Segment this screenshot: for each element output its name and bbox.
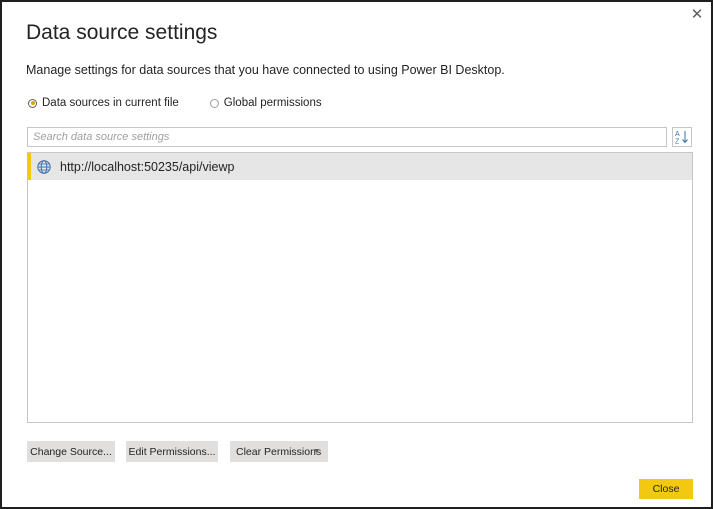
- edit-permissions-button[interactable]: Edit Permissions...: [126, 441, 218, 462]
- radio-global-permissions[interactable]: Global permissions: [209, 97, 322, 109]
- svg-text:Z: Z: [675, 139, 680, 146]
- search-input[interactable]: Search data source settings: [27, 127, 667, 147]
- list-item[interactable]: http://localhost:50235/api/viewp: [28, 153, 692, 180]
- sort-az-icon: A Z: [675, 131, 688, 146]
- chevron-down-icon[interactable]: ▼: [313, 448, 320, 455]
- dialog-subtitle: Manage settings for data sources that yo…: [26, 63, 505, 77]
- radio-global-permissions-label: Global permissions: [223, 97, 322, 109]
- scope-radio-group: Data sources in current file Global perm…: [28, 97, 353, 109]
- radio-current-file-label: Data sources in current file: [42, 97, 179, 109]
- sort-button[interactable]: A Z: [672, 127, 692, 147]
- data-source-url: http://localhost:50235/api/viewp: [60, 159, 235, 174]
- close-button[interactable]: Close: [639, 479, 693, 499]
- change-source-button[interactable]: Change Source...: [27, 441, 115, 462]
- clear-permissions-button[interactable]: Clear Permissions ▼: [230, 441, 328, 462]
- radio-unselected-icon[interactable]: [209, 98, 219, 108]
- close-icon[interactable]: ✕: [689, 6, 705, 22]
- globe-icon: [37, 159, 51, 174]
- svg-text:A: A: [675, 131, 680, 138]
- radio-selected-icon[interactable]: [28, 98, 37, 108]
- clear-permissions-label: Clear Permissions: [236, 445, 322, 458]
- radio-current-file[interactable]: Data sources in current file: [28, 97, 179, 109]
- data-source-settings-dialog: ✕ Data source settings Manage settings f…: [0, 0, 713, 509]
- data-source-list[interactable]: http://localhost:50235/api/viewp: [27, 152, 693, 423]
- dialog-title: Data source settings: [26, 21, 218, 44]
